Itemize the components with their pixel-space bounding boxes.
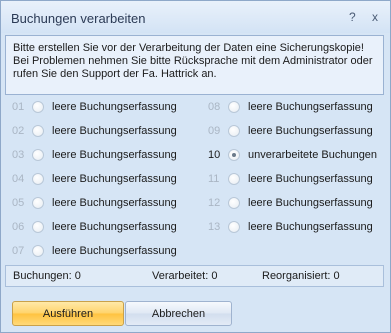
- option-number: 01: [12, 101, 25, 113]
- cancel-button[interactable]: Abbrechen: [125, 301, 232, 326]
- option-label: leere Buchungserfassung: [248, 197, 373, 209]
- option-06[interactable]: 06 leere Buchungserfassung: [12, 218, 177, 236]
- option-01[interactable]: 01 leere Buchungserfassung: [12, 98, 177, 116]
- status-reorganisiert: Reorganisiert: 0: [262, 270, 340, 282]
- radio-button[interactable]: [228, 197, 240, 209]
- radio-button[interactable]: [32, 101, 44, 113]
- option-label: leere Buchungserfassung: [248, 221, 373, 233]
- option-13[interactable]: 13 leere Buchungserfassung: [208, 218, 373, 236]
- option-label: leere Buchungserfassung: [52, 197, 177, 209]
- status-verarbeitet: Verarbeitet: 0: [152, 270, 218, 282]
- options-grid: 01 leere Buchungserfassung 02 leere Buch…: [1, 96, 390, 261]
- radio-button[interactable]: [228, 101, 240, 113]
- option-03[interactable]: 03 leere Buchungserfassung: [12, 146, 177, 164]
- option-number: 05: [12, 197, 25, 209]
- option-label: leere Buchungserfassung: [248, 125, 373, 137]
- radio-button[interactable]: [32, 221, 44, 233]
- option-09[interactable]: 09 leere Buchungserfassung: [208, 122, 373, 140]
- title-bar[interactable]: Buchungen verarbeiten ? x: [1, 1, 390, 33]
- option-07[interactable]: 07 leere Buchungserfassung: [12, 242, 177, 260]
- option-number: 10: [208, 149, 221, 161]
- option-11[interactable]: 11 leere Buchungserfassung: [208, 170, 373, 188]
- option-number: 03: [12, 149, 25, 161]
- execute-button[interactable]: Ausführen: [12, 301, 124, 326]
- option-number: 06: [12, 221, 25, 233]
- dialog-window: Buchungen verarbeiten ? x Bitte erstelle…: [0, 0, 391, 333]
- option-number: 11: [208, 173, 220, 185]
- option-number: 04: [12, 173, 25, 185]
- option-label: unverarbeitete Buchungen: [248, 149, 378, 161]
- status-buchungen: Buchungen: 0: [13, 270, 81, 282]
- close-icon[interactable]: x: [372, 10, 378, 24]
- radio-button[interactable]: [228, 221, 240, 233]
- help-icon[interactable]: ?: [349, 10, 356, 24]
- radio-button-selected[interactable]: [228, 149, 240, 161]
- info-line: rufen Sie den Support der Fa. Hattrick a…: [13, 68, 217, 80]
- radio-button[interactable]: [32, 173, 44, 185]
- option-05[interactable]: 05 leere Buchungserfassung: [12, 194, 177, 212]
- radio-button[interactable]: [228, 173, 240, 185]
- option-label: leere Buchungserfassung: [52, 245, 177, 257]
- radio-button[interactable]: [32, 197, 44, 209]
- option-number: 08: [208, 101, 221, 113]
- window-title: Buchungen verarbeiten: [11, 11, 146, 26]
- status-bar: Buchungen: 0 Verarbeitet: 0 Reorganisier…: [5, 265, 384, 287]
- option-10[interactable]: 10 unverarbeitete Buchungen: [208, 146, 377, 164]
- option-12[interactable]: 12 leere Buchungserfassung: [208, 194, 373, 212]
- info-line: Bitte erstellen Sie vor der Verarbeitung…: [13, 42, 364, 54]
- option-02[interactable]: 02 leere Buchungserfassung: [12, 122, 177, 140]
- option-number: 02: [12, 125, 25, 137]
- option-04[interactable]: 04 leere Buchungserfassung: [12, 170, 177, 188]
- option-label: leere Buchungserfassung: [248, 173, 373, 185]
- option-label: leere Buchungserfassung: [52, 101, 177, 113]
- radio-button[interactable]: [32, 149, 44, 161]
- option-number: 09: [208, 125, 221, 137]
- option-number: 13: [208, 221, 221, 233]
- option-08[interactable]: 08 leere Buchungserfassung: [208, 98, 373, 116]
- option-label: leere Buchungserfassung: [248, 101, 373, 113]
- radio-button[interactable]: [32, 245, 44, 257]
- info-box: Bitte erstellen Sie vor der Verarbeitung…: [5, 35, 384, 95]
- option-number: 07: [12, 245, 25, 257]
- radio-button[interactable]: [228, 125, 240, 137]
- radio-button[interactable]: [32, 125, 44, 137]
- option-label: leere Buchungserfassung: [52, 149, 177, 161]
- info-line: Bei Problemen nehmen Sie bitte Rücksprac…: [13, 55, 373, 67]
- option-number: 12: [208, 197, 221, 209]
- option-label: leere Buchungserfassung: [52, 173, 177, 185]
- option-label: leere Buchungserfassung: [52, 125, 177, 137]
- option-label: leere Buchungserfassung: [52, 221, 177, 233]
